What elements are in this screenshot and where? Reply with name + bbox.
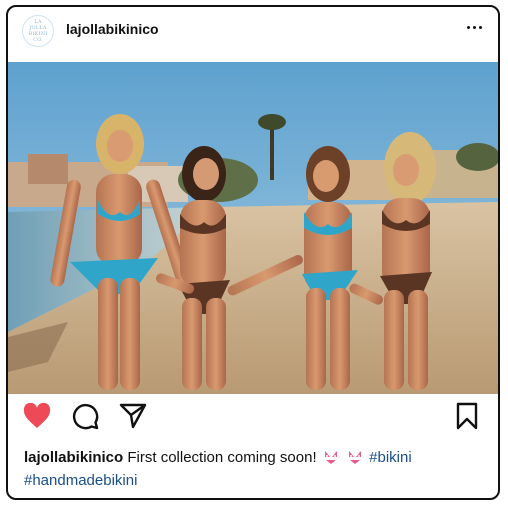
heart-icon[interactable] [22, 401, 52, 431]
post-caption: lajollabikinico First collection coming … [24, 448, 484, 491]
send-icon[interactable] [118, 401, 148, 431]
caption-username[interactable]: lajollabikinico [24, 449, 123, 466]
avatar[interactable]: LA JOLLA BIKINI CO. [22, 15, 54, 47]
post-username[interactable]: lajollabikinico [66, 21, 159, 37]
bikini-emoji-icon [347, 449, 363, 471]
action-bar [8, 397, 498, 439]
post-header: LA JOLLA BIKINI CO. lajollabikinico [8, 7, 498, 63]
person-4 [380, 132, 436, 390]
hashtag-link[interactable]: #handmadebikini [24, 472, 137, 489]
hashtag-link[interactable]: #bikini [369, 449, 412, 466]
post-photo[interactable] [8, 62, 498, 394]
post-card: LA JOLLA BIKINI CO. lajollabikinico lajo… [6, 5, 500, 500]
avatar-logo-text: LA JOLLA BIKINI CO. [28, 19, 48, 43]
comment-icon[interactable] [70, 401, 100, 431]
more-options-icon[interactable] [464, 19, 484, 35]
bookmark-icon[interactable] [452, 401, 482, 431]
caption-text: First collection coming soon! [127, 449, 317, 466]
bikini-emoji-icon [323, 449, 339, 471]
